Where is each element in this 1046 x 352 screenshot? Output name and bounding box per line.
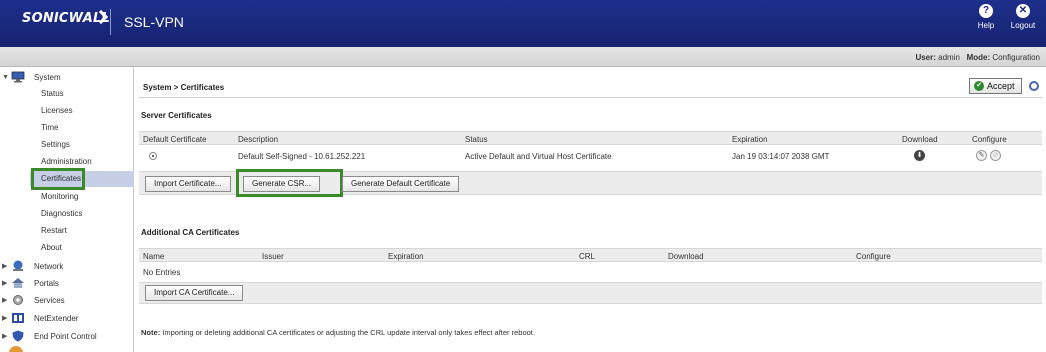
col-configure: Configure — [972, 135, 1007, 144]
col-configure: Configure — [856, 252, 891, 261]
sidebar-item-netextender[interactable]: ▶ NetExtender — [2, 311, 78, 325]
delete-icon: ⊘ — [990, 150, 1001, 161]
server-certificates-title: Server Certificates — [141, 111, 212, 120]
expanded-arrow-icon: ▼ — [2, 73, 9, 81]
sidebar: ▼ System Status Licenses Time Settings A… — [0, 67, 134, 352]
app-title: SSL-VPN — [124, 14, 184, 30]
col-name: Name — [143, 252, 165, 261]
cert-description: Default Self-Signed - 10.61.252.221 — [238, 152, 366, 161]
collapsed-arrow-icon: ▶ — [2, 333, 8, 340]
app-header: SONICWALL SSL-VPN ? Help ✕ Logout — [0, 0, 1046, 47]
sidebar-item-settings[interactable]: Settings — [41, 140, 70, 149]
logout-button[interactable]: ✕ Logout — [1005, 4, 1041, 30]
ca-cert-table-header: Name Issuer Expiration CRL Download Conf… — [139, 248, 1042, 262]
sidebar-item-time[interactable]: Time — [41, 123, 58, 132]
netextender-icon — [10, 311, 26, 325]
table-row: Default Self-Signed - 10.61.252.221 Acti… — [139, 149, 1042, 163]
col-expiration: Expiration — [732, 135, 768, 144]
col-status: Status — [465, 135, 488, 144]
sidebar-item-portals[interactable]: ▶ Portals — [2, 276, 59, 290]
collapsed-arrow-icon: ▶ — [2, 263, 8, 270]
logout-label: Logout — [1010, 21, 1036, 30]
sidebar-item-network[interactable]: ▶ Network — [2, 259, 63, 273]
computer-icon — [10, 70, 26, 84]
col-download: Download — [902, 135, 938, 144]
help-ring-icon[interactable] — [1029, 81, 1039, 91]
col-default-certificate: Default Certificate — [143, 135, 207, 144]
sidebar-item-system[interactable]: ▼ System — [2, 70, 61, 84]
col-issuer: Issuer — [262, 252, 284, 261]
sidebar-item-monitoring[interactable]: Monitoring — [41, 192, 78, 201]
partial-nav-icon — [9, 346, 23, 352]
collapsed-arrow-icon: ▶ — [2, 315, 8, 322]
note-text: Importing or deleting additional CA cert… — [162, 328, 535, 337]
highlight-box-certificates — [31, 168, 85, 190]
highlight-box-generate-csr — [236, 169, 343, 197]
note-label: Note: — [141, 328, 161, 337]
collapsed-arrow-icon: ▶ — [2, 297, 8, 304]
additional-ca-certificates-title: Additional CA Certificates — [141, 228, 240, 237]
cert-status: Active Default and Virtual Host Certific… — [465, 152, 612, 161]
table-row: No Entries — [139, 265, 1042, 279]
sidebar-item-restart[interactable]: Restart — [41, 226, 67, 235]
reboot-note: Note: Importing or deleting additional C… — [141, 328, 535, 337]
user-label: User: — [915, 53, 936, 62]
shield-icon — [10, 329, 26, 343]
accept-label: Accept — [987, 81, 1015, 91]
sidebar-item-services[interactable]: ▶ Services — [2, 293, 65, 307]
services-icon — [10, 293, 26, 307]
sidebar-item-administration[interactable]: Administration — [41, 157, 92, 166]
sidebar-item-diagnostics[interactable]: Diagnostics — [41, 209, 82, 218]
import-ca-certificate-button[interactable]: Import CA Certificate... — [145, 285, 244, 301]
download-icon[interactable]: ⬇ — [914, 150, 925, 161]
generate-default-certificate-button[interactable]: Generate Default Certificate — [342, 176, 460, 192]
no-entries-text: No Entries — [143, 268, 181, 277]
mode-value: Configuration — [992, 53, 1040, 62]
user-value: admin — [938, 53, 960, 62]
check-icon: ✔ — [974, 81, 984, 91]
user-mode-info: User: admin Mode: Configuration — [915, 53, 1040, 62]
sidebar-item-about[interactable]: About — [41, 243, 62, 252]
sidebar-item-licenses[interactable]: Licenses — [41, 106, 73, 115]
col-expiration: Expiration — [388, 252, 424, 261]
col-description: Description — [238, 135, 279, 144]
sidebar-item-label: End Point Control — [34, 331, 97, 341]
col-download: Download — [668, 252, 704, 261]
sidebar-item-label: System — [34, 72, 61, 82]
import-certificate-button[interactable]: Import Certificate... — [145, 176, 231, 192]
sidebar-item-end-point-control[interactable]: ▶ End Point Control — [2, 329, 97, 343]
col-crl: CRL — [579, 252, 596, 261]
sidebar-item-label: Network — [34, 261, 64, 271]
portal-icon — [10, 276, 26, 290]
server-cert-table-header: Default Certificate Description Status E… — [139, 131, 1042, 145]
mode-label: Mode: — [966, 53, 991, 62]
page-title-bar: System > Certificates ✔ Accept — [139, 76, 1042, 98]
header-divider — [110, 9, 111, 35]
help-button[interactable]: ? Help — [968, 4, 1004, 30]
sidebar-item-label: Portals — [34, 278, 59, 288]
sidebar-item-status[interactable]: Status — [41, 89, 64, 98]
page-title: System > Certificates — [143, 83, 225, 92]
help-icon: ? — [979, 4, 993, 18]
accept-button[interactable]: ✔ Accept — [969, 78, 1022, 94]
logout-icon: ✕ — [1016, 4, 1030, 18]
user-bar: User: admin Mode: Configuration — [0, 47, 1046, 67]
sidebar-item-label: NetExtender — [34, 313, 79, 323]
ca-cert-button-bar — [139, 282, 1042, 304]
default-certificate-radio[interactable] — [149, 152, 157, 160]
network-icon — [10, 259, 26, 273]
collapsed-arrow-icon: ▶ — [2, 280, 8, 287]
sidebar-item-label: Services — [34, 295, 65, 305]
main-content: System > Certificates ✔ Accept Server Ce… — [135, 67, 1046, 352]
cert-expiration: Jan 19 03:14:07 2038 GMT — [732, 152, 830, 161]
edit-icon[interactable]: ✎ — [976, 150, 987, 161]
help-label: Help — [977, 21, 995, 30]
